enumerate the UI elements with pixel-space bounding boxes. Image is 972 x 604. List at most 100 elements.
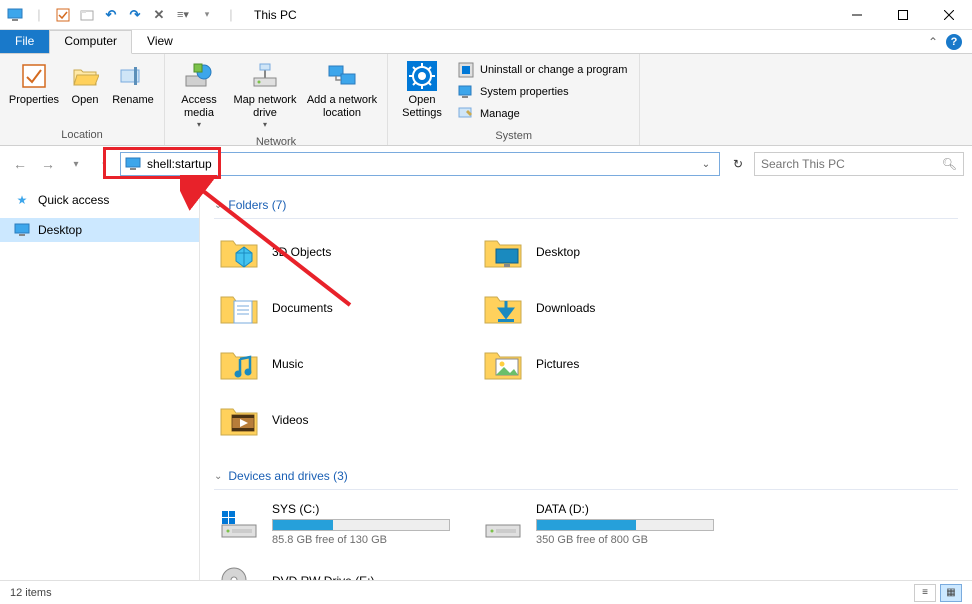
tiles-view-toggle[interactable]: ▦ <box>940 584 962 602</box>
drive-icon: DVD <box>218 560 260 580</box>
rename-icon <box>117 60 149 92</box>
separator-icon: | <box>220 4 242 26</box>
folder-item[interactable]: Pictures <box>478 339 718 389</box>
minimize-button[interactable] <box>834 0 880 30</box>
drive-label: DVD RW Drive (E:) <box>272 574 450 580</box>
system-list: Uninstall or change a program System pro… <box>452 56 633 128</box>
redo-icon[interactable]: ↷ <box>124 4 146 26</box>
uninstall-icon <box>458 62 474 78</box>
ribbon-group-label: Network <box>171 134 381 152</box>
folder-icon <box>218 287 260 329</box>
tab-computer[interactable]: Computer <box>49 30 132 54</box>
close-button[interactable] <box>926 0 972 30</box>
thispc-icon <box>125 157 141 171</box>
folder-item[interactable]: Music <box>214 339 454 389</box>
help-icon[interactable]: ? <box>946 34 962 50</box>
ribbon: Properties Open Rename Location Access m… <box>0 54 972 146</box>
folder-item[interactable]: Documents <box>214 283 454 333</box>
drive-sublabel: 350 GB free of 800 GB <box>536 534 714 546</box>
folder-icon <box>218 343 260 385</box>
properties-button[interactable]: Properties <box>6 56 62 111</box>
forward-button[interactable]: → <box>36 152 60 176</box>
quick-access-toolbar: | ↶ ↷ ✕ ≡▾ ▾ | <box>0 4 246 26</box>
search-input[interactable] <box>761 157 936 171</box>
properties-qat-icon[interactable] <box>52 4 74 26</box>
window-title: This PC <box>254 8 297 22</box>
address-bar[interactable]: ⌄ <box>120 152 720 176</box>
media-icon <box>183 60 215 92</box>
access-media-button[interactable]: Access media ▾ <box>171 56 227 134</box>
undo-icon[interactable]: ↶ <box>100 4 122 26</box>
rename-button[interactable]: Rename <box>108 56 158 111</box>
add-location-icon <box>326 60 358 92</box>
drive-item[interactable]: SYS (C:) 85.8 GB free of 130 GB <box>214 498 454 550</box>
folder-item[interactable]: 3D Objects <box>214 227 454 277</box>
group-header-folders[interactable]: ⌄ Folders (7) <box>214 192 958 219</box>
drive-item[interactable]: DATA (D:) 350 GB free of 800 GB <box>478 498 718 550</box>
sidebar-item-desktop[interactable]: Desktop <box>0 218 199 242</box>
chevron-down-icon: ⌄ <box>214 471 222 482</box>
uninstall-button[interactable]: Uninstall or change a program <box>454 60 631 80</box>
ribbon-group-label: System <box>394 128 633 146</box>
settings-icon <box>406 60 438 92</box>
content-pane: ⌄ Folders (7) 3D Objects Desktop Documents… <box>200 182 972 580</box>
drive-item[interactable]: DVD DVD RW Drive (E:) <box>214 556 454 580</box>
collapse-ribbon-icon[interactable]: ⌃ <box>928 35 938 49</box>
folder-item[interactable]: Downloads <box>478 283 718 333</box>
folder-item[interactable]: Desktop <box>478 227 718 277</box>
drive-label: SYS (C:) <box>272 502 450 516</box>
back-button[interactable]: ← <box>8 152 32 176</box>
ribbon-group-location: Properties Open Rename Location <box>0 54 165 145</box>
open-button[interactable]: Open <box>64 56 106 111</box>
folder-label: Desktop <box>536 245 580 259</box>
desktop-icon <box>14 222 30 238</box>
folder-icon <box>482 287 524 329</box>
add-network-location-button[interactable]: Add a network location <box>303 56 381 124</box>
sort-qat-icon[interactable]: ≡▾ <box>172 4 194 26</box>
details-view-toggle[interactable]: ≡ <box>914 584 936 602</box>
group-header-drives[interactable]: ⌄ Devices and drives (3) <box>214 463 958 490</box>
newfolder-qat-icon[interactable] <box>76 4 98 26</box>
status-bar: 12 items ≡ ▦ <box>0 580 972 604</box>
chevron-down-icon: ▾ <box>263 120 267 130</box>
map-network-drive-button[interactable]: Map network drive ▾ <box>229 56 301 134</box>
navigation-bar: ← → ▾ ↑ ⌄ ↻ 🔍︎ <box>0 146 972 182</box>
maximize-button[interactable] <box>880 0 926 30</box>
ribbon-group-system: Open Settings Uninstall or change a prog… <box>388 54 640 145</box>
qat-dropdown-icon[interactable]: ▾ <box>196 4 218 26</box>
delete-qat-icon[interactable]: ✕ <box>148 4 170 26</box>
tab-file[interactable]: File <box>0 30 49 53</box>
sidebar-item-quick-access[interactable]: ★ Quick access <box>0 188 199 212</box>
open-settings-button[interactable]: Open Settings <box>394 56 450 124</box>
title-bar: | ↶ ↷ ✕ ≡▾ ▾ | This PC <box>0 0 972 30</box>
manage-icon <box>458 106 474 122</box>
ribbon-tabs: File Computer View ⌃ ? <box>0 30 972 54</box>
system-properties-button[interactable]: System properties <box>454 82 631 102</box>
folder-label: 3D Objects <box>272 245 331 259</box>
up-button[interactable]: ↑ <box>92 152 116 176</box>
open-icon <box>69 60 101 92</box>
folder-item[interactable]: Videos <box>214 395 454 445</box>
drive-usage-bar <box>272 519 450 531</box>
properties-icon <box>18 60 50 92</box>
separator-icon: | <box>28 4 50 26</box>
refresh-button[interactable]: ↻ <box>726 152 750 176</box>
folder-icon <box>218 399 260 441</box>
address-input[interactable] <box>147 157 691 171</box>
folder-icon <box>218 231 260 273</box>
address-dropdown-icon[interactable]: ⌄ <box>697 159 715 170</box>
chevron-down-icon: ▾ <box>197 120 201 130</box>
thispc-icon <box>4 4 26 26</box>
folder-label: Pictures <box>536 357 579 371</box>
ribbon-group-label: Location <box>6 127 158 145</box>
tab-view[interactable]: View <box>132 30 188 53</box>
drive-sublabel: 85.8 GB free of 130 GB <box>272 534 450 546</box>
search-box[interactable]: 🔍︎ <box>754 152 964 176</box>
drive-usage-bar <box>536 519 714 531</box>
recent-dropdown[interactable]: ▾ <box>64 152 88 176</box>
folder-label: Documents <box>272 301 333 315</box>
drive-icon <box>482 503 524 545</box>
ribbon-group-network: Access media ▾ Map network drive ▾ Add a… <box>165 54 388 145</box>
manage-button[interactable]: Manage <box>454 104 631 124</box>
drive-label: DATA (D:) <box>536 502 714 516</box>
